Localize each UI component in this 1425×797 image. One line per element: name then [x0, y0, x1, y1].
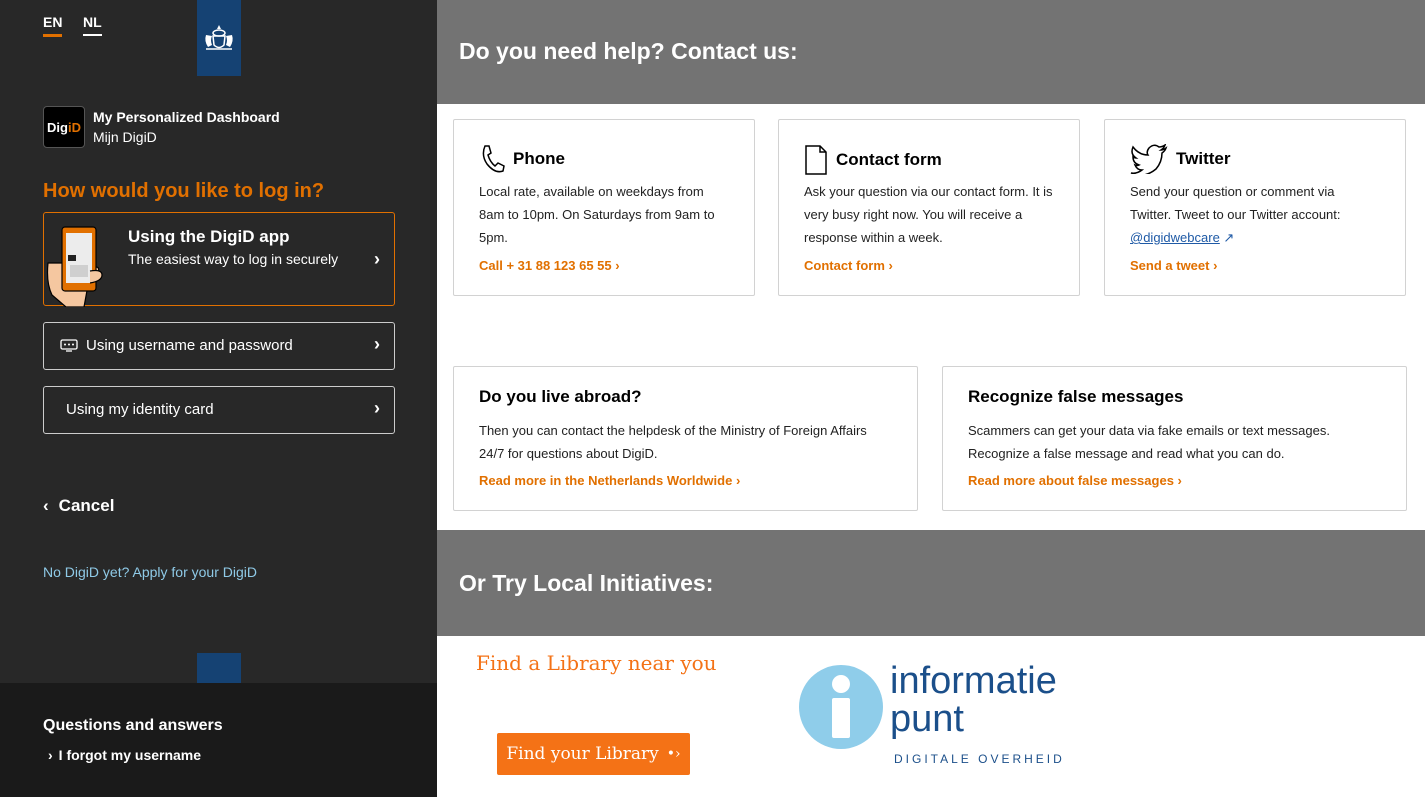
phone-body: Local rate, available on weekdays from 8… — [479, 184, 715, 245]
find-library-button[interactable]: Find your Library •› — [497, 733, 690, 775]
login-question: How would you like to log in? — [43, 180, 325, 202]
netherlands-worldwide-label: Read more in the Netherlands Worldwide — [479, 473, 733, 488]
contact-form-card: Contact form Ask your question via our c… — [778, 119, 1080, 296]
netherlands-worldwide-link[interactable]: Read more in the Netherlands Worldwide › — [479, 473, 740, 488]
local-heading: Or Try Local Initiatives: — [459, 570, 714, 596]
blue-accent-block — [197, 653, 241, 683]
contact-form-link[interactable]: Contact form › — [804, 258, 893, 273]
digid-app-button[interactable]: Using the DigiD app The easiest way to l… — [43, 212, 395, 307]
password-icon — [60, 339, 78, 352]
identity-card-button[interactable]: Using my identity card › — [43, 386, 395, 434]
language-nl[interactable]: NL — [83, 14, 102, 36]
informatiepunt-logo: informatie punt DIGITALE OVERHEID — [798, 660, 1098, 770]
phone-in-hand-icon — [46, 226, 103, 307]
brand-header: Dig iD My Personalized Dashboard Mijn Dig… — [43, 106, 280, 148]
logo-text-id: iD — [67, 119, 81, 135]
cancel-button[interactable]: ‹ Cancel — [43, 496, 114, 516]
phone-title: Phone — [513, 149, 565, 168]
phone-card: Phone Local rate, available on weekdays … — [453, 119, 755, 296]
arrow-right-icon: •› — [666, 746, 681, 762]
username-password-label: Using username and password — [86, 337, 293, 354]
call-link[interactable]: Call + 31 88 123 65 55 › — [479, 258, 620, 273]
language-en[interactable]: EN — [43, 14, 63, 37]
send-tweet-link[interactable]: Send a tweet › — [1130, 258, 1217, 273]
twitter-body-text: Send your question or comment via Twitte… — [1130, 184, 1341, 222]
logo-word-informatie: informatie — [890, 660, 1057, 702]
twitter-bird-icon — [1130, 144, 1168, 174]
info-i-icon — [799, 665, 883, 749]
chevron-right-icon: › — [1213, 258, 1218, 273]
forgot-username-label: I forgot my username — [58, 747, 202, 763]
chevron-right-icon: › — [1177, 473, 1182, 488]
false-messages-link-label: Read more about false messages — [968, 473, 1174, 488]
abroad-body: Then you can contact the helpdesk of the… — [479, 423, 867, 461]
login-panel: EN NL Dig iD My Personalized Dashboard Mi… — [0, 0, 437, 797]
identity-card-label: Using my identity card — [66, 401, 214, 418]
chevron-right-icon: › — [888, 258, 893, 273]
chevron-right-icon: › — [374, 334, 380, 354]
rijksoverheid-emblem — [197, 0, 241, 76]
call-link-label: Call + 31 88 123 65 55 — [479, 258, 612, 273]
contact-form-body: Ask your question via our contact form. … — [804, 184, 1053, 245]
footer: Questions and answers › I forgot my usern… — [0, 683, 437, 797]
local-band: Or Try Local Initiatives: — [437, 530, 1425, 636]
dashboard-subtitle: Mijn DigiD — [93, 129, 157, 145]
dashboard-title: My Personalized Dashboard — [93, 109, 280, 125]
coat-of-arms-icon — [205, 25, 233, 50]
help-heading: Do you need help? Contact us: — [459, 38, 798, 64]
send-tweet-label: Send a tweet — [1130, 258, 1210, 273]
false-messages-link[interactable]: Read more about false messages › — [968, 473, 1182, 488]
chevron-right-icon: › — [48, 747, 53, 763]
false-messages-card: Recognize false messages Scammers can ge… — [942, 366, 1407, 511]
library-title: Find a Library near you — [476, 651, 717, 675]
questions-answers-heading: Questions and answers — [43, 717, 223, 734]
twitter-handle-link[interactable]: @digidwebcare — [1130, 230, 1220, 245]
contact-form-title: Contact form — [836, 150, 942, 169]
help-band: Do you need help? Contact us: — [437, 0, 1425, 104]
contact-form-link-label: Contact form — [804, 258, 885, 273]
twitter-title: Twitter — [1176, 149, 1231, 168]
digid-logo: Dig iD — [43, 106, 85, 148]
phone-icon — [482, 145, 505, 173]
find-library-label: Find your Library — [506, 744, 659, 764]
forgot-username-link[interactable]: › I forgot my username — [48, 747, 201, 763]
logo-word-punt: punt — [890, 698, 964, 740]
apply-digid-link[interactable]: No DigiD yet? Apply for your DigiD — [43, 564, 257, 580]
document-icon — [805, 145, 827, 175]
cancel-label: Cancel — [58, 496, 115, 515]
abroad-card: Do you live abroad? Then you can contact… — [453, 366, 918, 511]
external-link-icon: ↗ — [1219, 230, 1235, 245]
abroad-title: Do you live abroad? — [479, 387, 642, 406]
chevron-left-icon: ‹ — [43, 496, 49, 515]
logo-subtitle: DIGITALE OVERHEID — [894, 752, 1065, 766]
logo-text-dig: Dig — [47, 119, 68, 135]
twitter-card: Twitter Send your question or comment vi… — [1104, 119, 1406, 296]
false-messages-body: Scammers can get your data via fake emai… — [968, 423, 1330, 461]
app-option-title: Using the DigiD app — [128, 227, 290, 246]
twitter-body: Send your question or comment via Twitte… — [1130, 180, 1370, 249]
chevron-right-icon: › — [735, 473, 741, 488]
chevron-right-icon: › — [374, 249, 380, 269]
chevron-right-icon: › — [374, 398, 380, 418]
app-option-subtitle: The easiest way to log in securely — [128, 251, 339, 267]
chevron-right-icon: › — [615, 258, 620, 273]
false-messages-title: Recognize false messages — [968, 387, 1184, 406]
username-password-button[interactable]: Using username and password › — [43, 322, 395, 370]
